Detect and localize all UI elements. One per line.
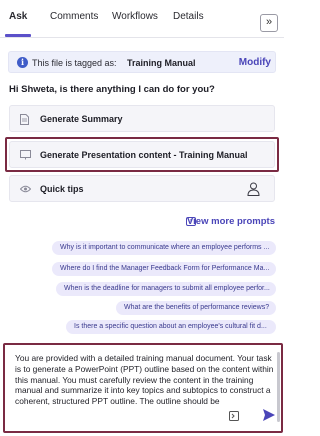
suggestion-chip[interactable]: Where do I find the Manager Feedback For… bbox=[52, 262, 276, 276]
quick-tips-button[interactable]: Quick tips bbox=[9, 175, 275, 202]
file-tag-banner: i This file is tagged as: Training Manua… bbox=[8, 51, 276, 73]
tab-bar: Ask Comments Workflows Details » bbox=[0, 0, 284, 38]
view-more-prompts-link[interactable]: View more prompts bbox=[187, 216, 275, 227]
file-tag: Training Manual bbox=[127, 58, 196, 68]
info-icon: i bbox=[17, 57, 28, 68]
generate-summary-button[interactable]: Generate Summary bbox=[9, 105, 275, 132]
tab-details[interactable]: Details bbox=[173, 11, 204, 22]
highlight-box bbox=[5, 137, 279, 172]
document-icon bbox=[20, 114, 29, 125]
highlight-box bbox=[3, 343, 283, 433]
tab-ask[interactable]: Ask bbox=[9, 11, 27, 22]
collapse-panel-button[interactable]: » bbox=[260, 14, 278, 32]
tab-workflows[interactable]: Workflows bbox=[112, 11, 158, 22]
suggestion-chip[interactable]: Is there a specific question about an em… bbox=[66, 320, 276, 334]
action-label: Generate Summary bbox=[40, 114, 123, 124]
tab-comments[interactable]: Comments bbox=[50, 11, 98, 22]
action-label: Quick tips bbox=[40, 184, 84, 194]
active-tab-indicator bbox=[5, 34, 31, 37]
suggestion-chip[interactable]: When is the deadline for managers to sub… bbox=[56, 282, 276, 296]
eye-icon bbox=[20, 185, 31, 193]
banner-text: This file is tagged as: bbox=[32, 58, 117, 68]
double-chevron-right-icon: » bbox=[265, 16, 273, 28]
suggestion-chip[interactable]: What are the benefits of performance rev… bbox=[116, 301, 276, 315]
greeting: Hi Shweta, is there anything I can do fo… bbox=[9, 84, 215, 95]
modify-link[interactable]: Modify bbox=[239, 57, 271, 68]
person-icon[interactable] bbox=[247, 182, 260, 196]
suggestion-chip[interactable]: Why is it important to communicate where… bbox=[52, 241, 276, 255]
